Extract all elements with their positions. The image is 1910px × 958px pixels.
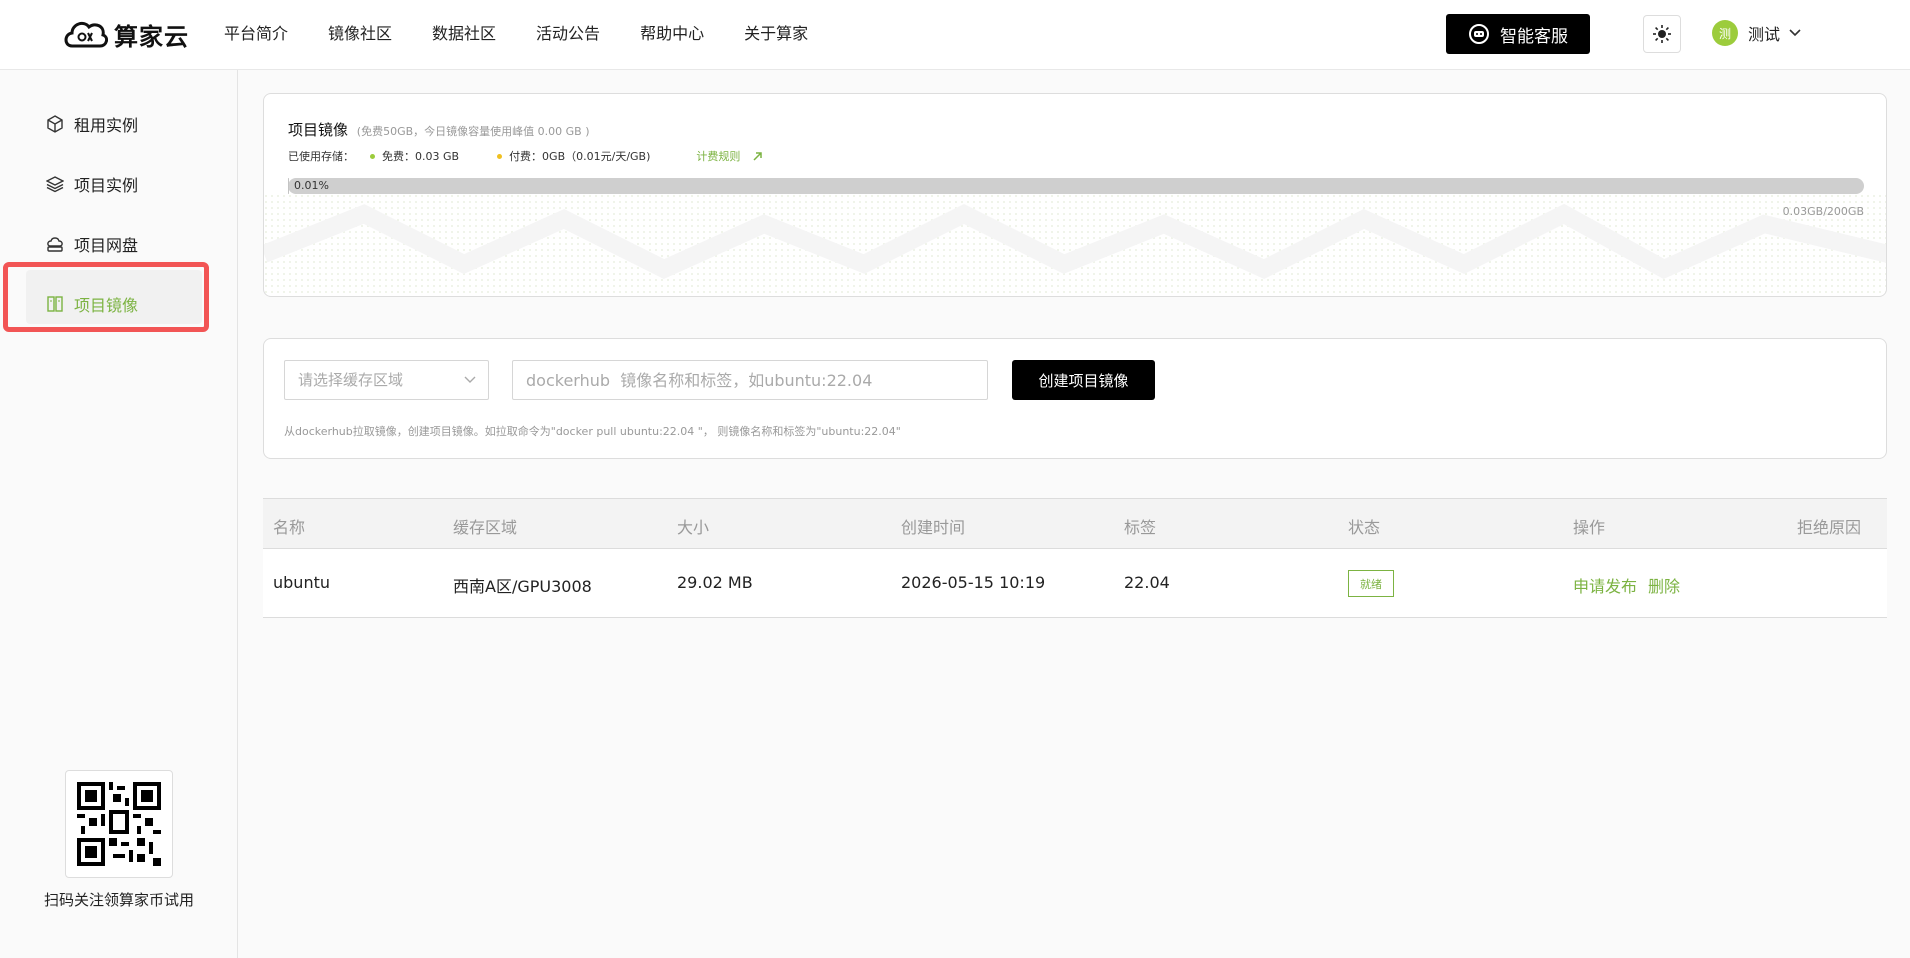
region-select-placeholder: 请选择缓存区域 (298, 371, 404, 389)
decorative-pattern (264, 194, 1886, 296)
top-header: 算家云 平台简介 镜像社区 数据社区 活动公告 帮助中心 关于算家 智能客服 测… (0, 0, 1910, 70)
column-header-region: 缓存区域 (453, 518, 518, 537)
cloud-logo-icon (64, 21, 108, 48)
paid-dot (497, 153, 503, 159)
sidebar-item-label: 租用实例 (74, 116, 139, 135)
sidebar-item-rent-instance[interactable]: 租用实例 (46, 112, 138, 136)
column-header-reject-reason: 拒绝原因 (1797, 518, 1862, 537)
fee-rule-label: 计费规则 (696, 150, 741, 163)
create-hint: 从dockerhub拉取镜像，创建项目镜像。如拉取命令为"docker pull… (284, 425, 901, 438)
nav-item-help[interactable]: 帮助中心 (640, 22, 704, 46)
robot-icon (1469, 24, 1489, 44)
selection-highlight-box (3, 262, 209, 332)
cell-created: 2026-05-15 10:19 (901, 573, 1046, 592)
region-select[interactable]: 请选择缓存区域 (284, 360, 489, 400)
image-name-input[interactable] (512, 360, 988, 400)
qr-code-icon (77, 782, 161, 866)
table-row: ubuntu 西南A区/GPU3008 29.02 MB 2026-05-15 … (263, 549, 1887, 618)
free-dot (370, 153, 375, 159)
customer-service-button[interactable]: 智能客服 (1446, 14, 1590, 54)
apply-publish-link[interactable]: 申请发布 (1573, 573, 1637, 597)
customer-service-label: 智能客服 (1500, 26, 1568, 47)
fee-rule-link[interactable]: 计费规则 (696, 148, 763, 164)
paid-usage: 付费：0GB（0.01元/天/GB) (509, 150, 651, 163)
layers-icon (46, 176, 64, 193)
arrow-up-right-icon (753, 151, 763, 161)
cloud-disk-icon (47, 237, 63, 252)
sidebar: 租用实例 项目实例 项目网盘 项目镜像 扫码关注领算家币试用 (0, 70, 238, 958)
nav-item-announcements[interactable]: 活动公告 (536, 22, 600, 46)
nav-item-intro[interactable]: 平台简介 (224, 22, 288, 46)
used-storage-label: 已使用存储： (288, 150, 354, 163)
column-header-name: 名称 (273, 518, 306, 537)
cell-region: 西南A区/GPU3008 (453, 577, 592, 596)
qr-caption: 扫码关注领算家币试用 (43, 891, 194, 909)
sun-icon (1653, 25, 1671, 43)
nav-item-image-community[interactable]: 镜像社区 (328, 22, 392, 46)
qr-code (65, 770, 173, 878)
nav-item-data-community[interactable]: 数据社区 (432, 22, 496, 46)
brand-logo[interactable]: 算家云 (62, 14, 189, 54)
column-header-actions: 操作 (1573, 518, 1606, 537)
usage-progress-bar: 0.01% (288, 178, 1864, 194)
sidebar-item-label: 项目实例 (74, 176, 139, 195)
usage-percent: 0.01% (294, 179, 329, 192)
usage-title-row: 项目镜像 (免费50GB，今日镜像容量使用峰值 0.00 GB ) (288, 119, 590, 140)
usage-total: 0.03GB/200GB (1782, 205, 1864, 218)
sidebar-item-project-disk[interactable]: 项目网盘 (46, 232, 138, 256)
theme-toggle-button[interactable] (1643, 15, 1681, 53)
cell-tag: 22.04 (1124, 573, 1170, 592)
free-usage: 免费：0.03 GB (382, 150, 460, 163)
table-header: 名称 缓存区域 大小 创建时间 标签 状态 操作 拒绝原因 (263, 498, 1887, 549)
usage-title: 项目镜像 (288, 121, 349, 139)
cell-size: 29.02 MB (677, 573, 753, 592)
create-image-card: 请选择缓存区域 创建项目镜像 从dockerhub拉取镜像，创建项目镜像。如拉取… (263, 338, 1887, 459)
sidebar-item-label: 项目网盘 (74, 236, 139, 255)
avatar: 测 (1712, 20, 1738, 46)
user-name: 测试 (1748, 25, 1781, 44)
usage-subtitle: (免费50GB，今日镜像容量使用峰值 0.00 GB ) (356, 125, 590, 138)
column-header-created: 创建时间 (901, 518, 966, 537)
column-header-size: 大小 (677, 518, 710, 537)
image-table: 名称 缓存区域 大小 创建时间 标签 状态 操作 拒绝原因 ubuntu 西南A… (263, 498, 1887, 618)
usage-breakdown: 已使用存储： 免费：0.03 GB 付费：0GB（0.01元/天/GB) 计费规… (288, 148, 763, 164)
create-image-button[interactable]: 创建项目镜像 (1012, 360, 1155, 400)
cell-name: ubuntu (273, 573, 330, 592)
brand-name: 算家云 (114, 22, 189, 51)
delete-link[interactable]: 删除 (1648, 573, 1680, 597)
column-header-status: 状态 (1348, 518, 1381, 537)
nav-item-about[interactable]: 关于算家 (744, 22, 808, 46)
main-nav: 平台简介 镜像社区 数据社区 活动公告 帮助中心 关于算家 (224, 22, 848, 46)
storage-usage-card: 项目镜像 (免费50GB，今日镜像容量使用峰值 0.00 GB ) 已使用存储：… (263, 93, 1887, 297)
sidebar-item-project-instance[interactable]: 项目实例 (46, 172, 138, 196)
chevron-down-icon (1789, 29, 1801, 37)
status-badge: 就绪 (1348, 570, 1394, 597)
chevron-down-icon (464, 376, 476, 383)
column-header-tag: 标签 (1124, 518, 1157, 537)
user-menu[interactable]: 测 测试 (1712, 20, 1802, 46)
cube-icon (47, 115, 63, 133)
